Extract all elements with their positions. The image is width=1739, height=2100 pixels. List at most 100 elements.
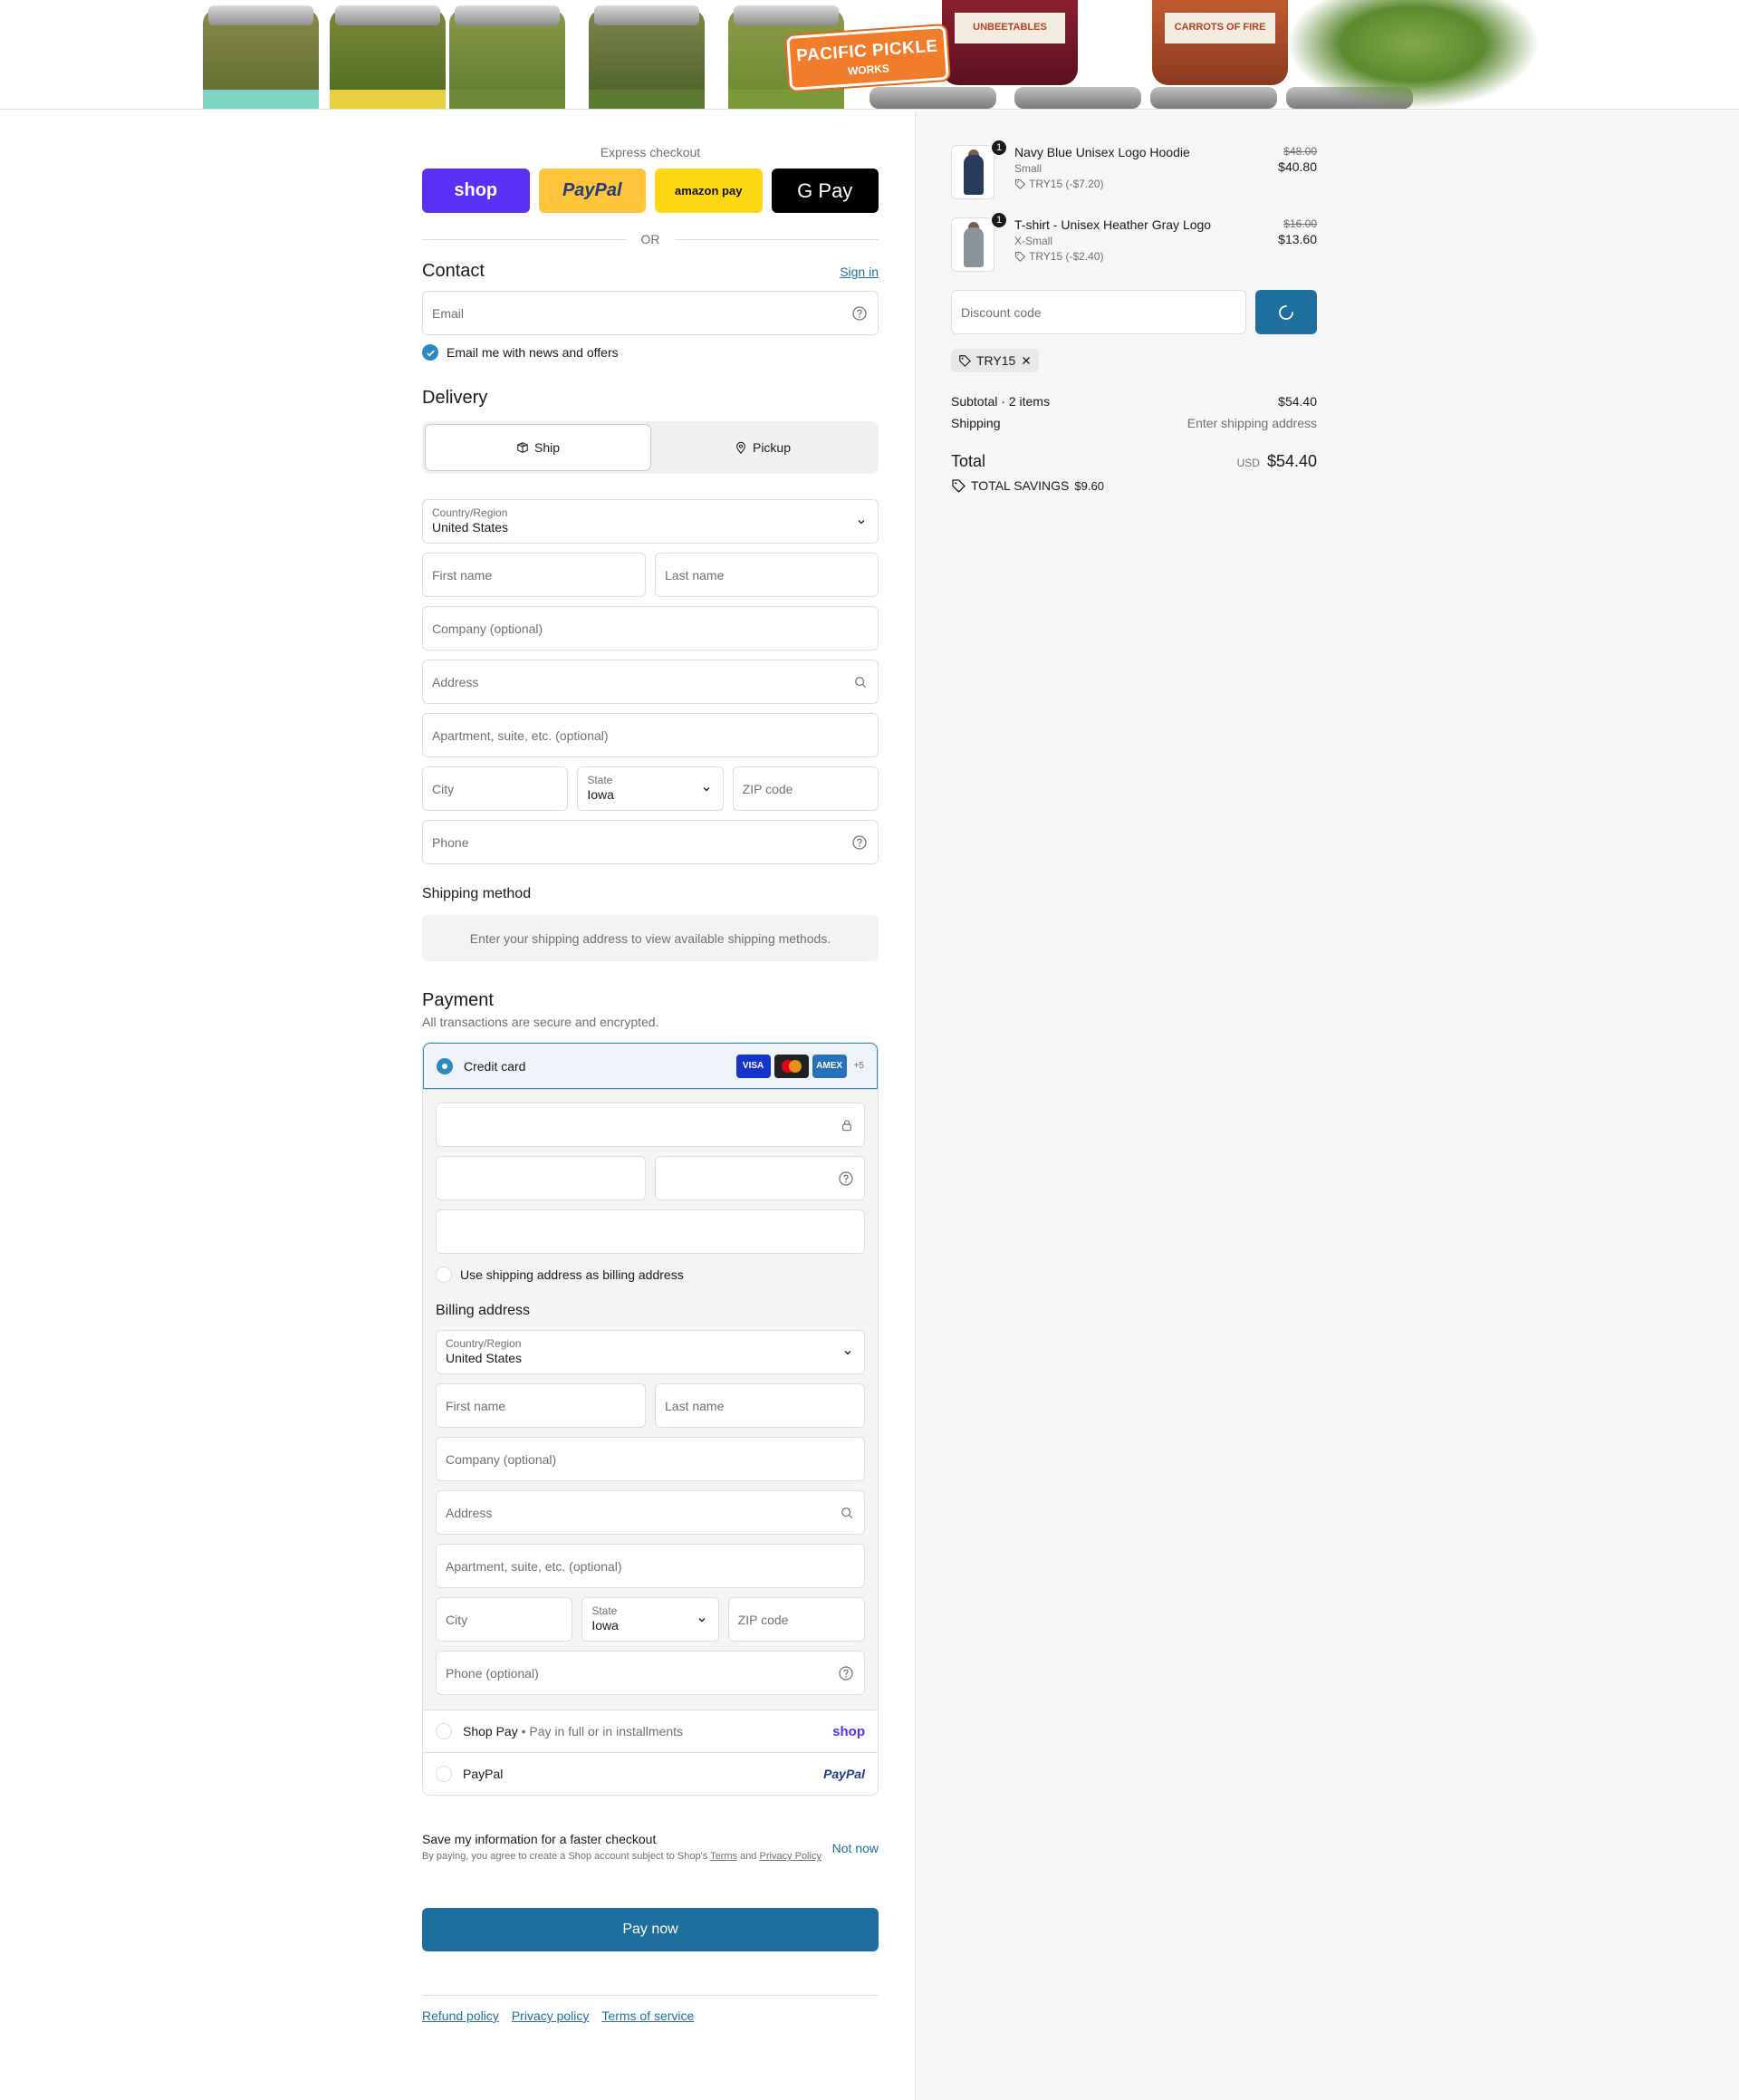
credit-card-radio[interactable] — [437, 1057, 453, 1074]
box-icon — [517, 442, 528, 453]
credit-card-option[interactable]: Credit card VISA AMEX +5 — [423, 1043, 878, 1089]
quantity-badge: 1 — [990, 211, 1008, 229]
shipping-row: Shipping Enter shipping address — [951, 416, 1317, 430]
tag-icon — [959, 355, 971, 367]
location-pin-icon — [736, 441, 745, 454]
shop-pay-button[interactable]: shop — [422, 169, 530, 213]
chevron-down-icon — [697, 1614, 707, 1625]
news-checkbox-label: Email me with news and offers — [447, 345, 619, 360]
state-select[interactable]: State Iowa — [577, 766, 724, 811]
discount-code-field[interactable]: Discount code — [951, 290, 1246, 334]
subtotal-row: Subtotal · 2 items $54.40 — [951, 394, 1317, 409]
pay-now-button[interactable]: Pay now — [422, 1908, 879, 1951]
close-icon[interactable] — [1021, 355, 1032, 366]
paypal-logo: PayPal — [823, 1767, 865, 1781]
sign-in-link[interactable]: Sign in — [840, 265, 879, 279]
express-checkout-title: Express checkout — [600, 145, 701, 159]
pickle-jar-image — [449, 5, 565, 109]
billing-city-field[interactable]: City — [436, 1597, 573, 1642]
privacy-policy-link[interactable]: Privacy policy — [512, 2008, 590, 2023]
pickle-jar-image — [589, 5, 705, 109]
product-name: Navy Blue Unisex Logo Hoodie — [1014, 145, 1190, 159]
help-icon[interactable] — [852, 834, 867, 850]
refund-policy-link[interactable]: Refund policy — [422, 2008, 499, 2023]
dill-herb-image — [1286, 0, 1540, 109]
billing-same-row[interactable]: Use shipping address as billing address — [436, 1267, 865, 1283]
paypal-radio[interactable] — [436, 1766, 452, 1782]
address-field[interactable]: Address — [422, 660, 879, 704]
delivery-heading: Delivery — [422, 388, 488, 408]
delivery-method-toggle: Ship Pickup — [422, 421, 879, 474]
shop-pay-radio[interactable] — [436, 1723, 452, 1739]
paypal-button[interactable]: PayPal — [538, 169, 646, 213]
pickle-jar-image — [203, 5, 319, 109]
original-price: $16.00 — [1283, 217, 1317, 230]
country-select[interactable]: Country/Region United States — [422, 499, 879, 544]
loading-spinner-icon — [1279, 304, 1293, 320]
not-now-link[interactable]: Not now — [832, 1841, 879, 1855]
billing-last-name-field[interactable]: Last name — [655, 1383, 865, 1428]
pickup-option[interactable]: Pickup — [650, 425, 875, 470]
billing-same-checkbox[interactable] — [436, 1267, 452, 1283]
help-icon[interactable] — [839, 1170, 853, 1186]
cart-item: 1 Navy Blue Unisex Logo Hoodie Small TRY… — [951, 139, 1317, 217]
lock-icon — [841, 1119, 853, 1132]
applied-discount-tag: TRY15 — [951, 349, 1040, 372]
chevron-down-icon — [856, 516, 867, 527]
email-field[interactable]: Email — [422, 291, 879, 335]
paypal-option[interactable]: PayPal PayPal — [423, 1752, 878, 1795]
billing-country-select[interactable]: Country/Region United States — [436, 1330, 865, 1374]
product-thumbnail: 1 — [951, 139, 1008, 199]
more-cards-count: +5 — [853, 1061, 864, 1071]
help-icon[interactable] — [852, 305, 867, 321]
apply-discount-button[interactable] — [1255, 290, 1317, 334]
privacy-policy-link[interactable]: Privacy Policy — [759, 1851, 821, 1862]
ship-option[interactable]: Ship — [426, 425, 650, 470]
card-number-field[interactable] — [436, 1103, 865, 1147]
terms-of-service-link[interactable]: Terms of service — [601, 2008, 694, 2023]
billing-first-name-field[interactable]: First name — [436, 1383, 646, 1428]
shipping-method-heading: Shipping method — [422, 886, 532, 901]
search-icon — [841, 1507, 853, 1519]
zip-field[interactable]: ZIP code — [732, 766, 879, 811]
cart-item: 1 T-shirt - Unisex Heather Gray Logo X-S… — [951, 211, 1317, 290]
city-field[interactable]: City — [422, 766, 569, 811]
phone-field[interactable]: Phone — [422, 820, 879, 864]
billing-address-field[interactable]: Address — [436, 1490, 865, 1535]
news-checkbox[interactable] — [422, 344, 438, 361]
payment-subtitle: All transactions are secure and encrypte… — [422, 1015, 659, 1029]
name-on-card-field[interactable] — [436, 1209, 865, 1254]
amex-icon: AMEX — [812, 1054, 847, 1078]
terms-link[interactable]: Terms — [710, 1851, 737, 1862]
beet-jar-image: UNBEETABLES — [942, 0, 1078, 85]
total-row: Total USD $54.40 — [951, 452, 1317, 470]
google-pay-button[interactable]: G Pay — [771, 169, 879, 213]
help-icon[interactable] — [839, 1665, 853, 1681]
credit-card-form: Use shipping address as billing address … — [423, 1089, 878, 1710]
billing-apartment-field[interactable]: Apartment, suite, etc. (optional) — [436, 1544, 865, 1588]
billing-company-field[interactable]: Company (optional) — [436, 1437, 865, 1481]
tag-icon — [952, 479, 966, 493]
tag-icon — [1014, 251, 1025, 262]
security-code-field[interactable] — [655, 1156, 865, 1200]
billing-state-select[interactable]: State Iowa — [581, 1597, 719, 1642]
shop-pay-option[interactable]: Shop Pay • Pay in full or in installment… — [423, 1710, 878, 1752]
express-checkout-buttons: shop PayPal amazon pay G Pay — [422, 169, 879, 213]
pickle-jar-image — [330, 5, 446, 109]
amazon-pay-button[interactable]: amazon pay — [655, 169, 763, 213]
billing-address-heading: Billing address — [436, 1303, 531, 1318]
discounted-price: $13.60 — [1278, 232, 1317, 246]
last-name-field[interactable]: Last name — [655, 553, 879, 597]
first-name-field[interactable]: First name — [422, 553, 646, 597]
card-brands: VISA AMEX +5 — [735, 1054, 864, 1078]
search-icon — [854, 676, 867, 689]
expiration-field[interactable] — [436, 1156, 646, 1200]
order-summary: 1 Navy Blue Unisex Logo Hoodie Small TRY… — [951, 139, 1317, 493]
product-discount: TRY15 (-$2.40) — [1014, 250, 1278, 263]
apartment-field[interactable]: Apartment, suite, etc. (optional) — [422, 713, 879, 757]
billing-zip-field[interactable]: ZIP code — [727, 1597, 865, 1642]
company-field[interactable]: Company (optional) — [422, 606, 879, 650]
original-price: $48.00 — [1283, 145, 1317, 158]
billing-phone-field[interactable]: Phone (optional) — [436, 1651, 865, 1695]
news-checkbox-row[interactable]: Email me with news and offers — [422, 344, 879, 361]
